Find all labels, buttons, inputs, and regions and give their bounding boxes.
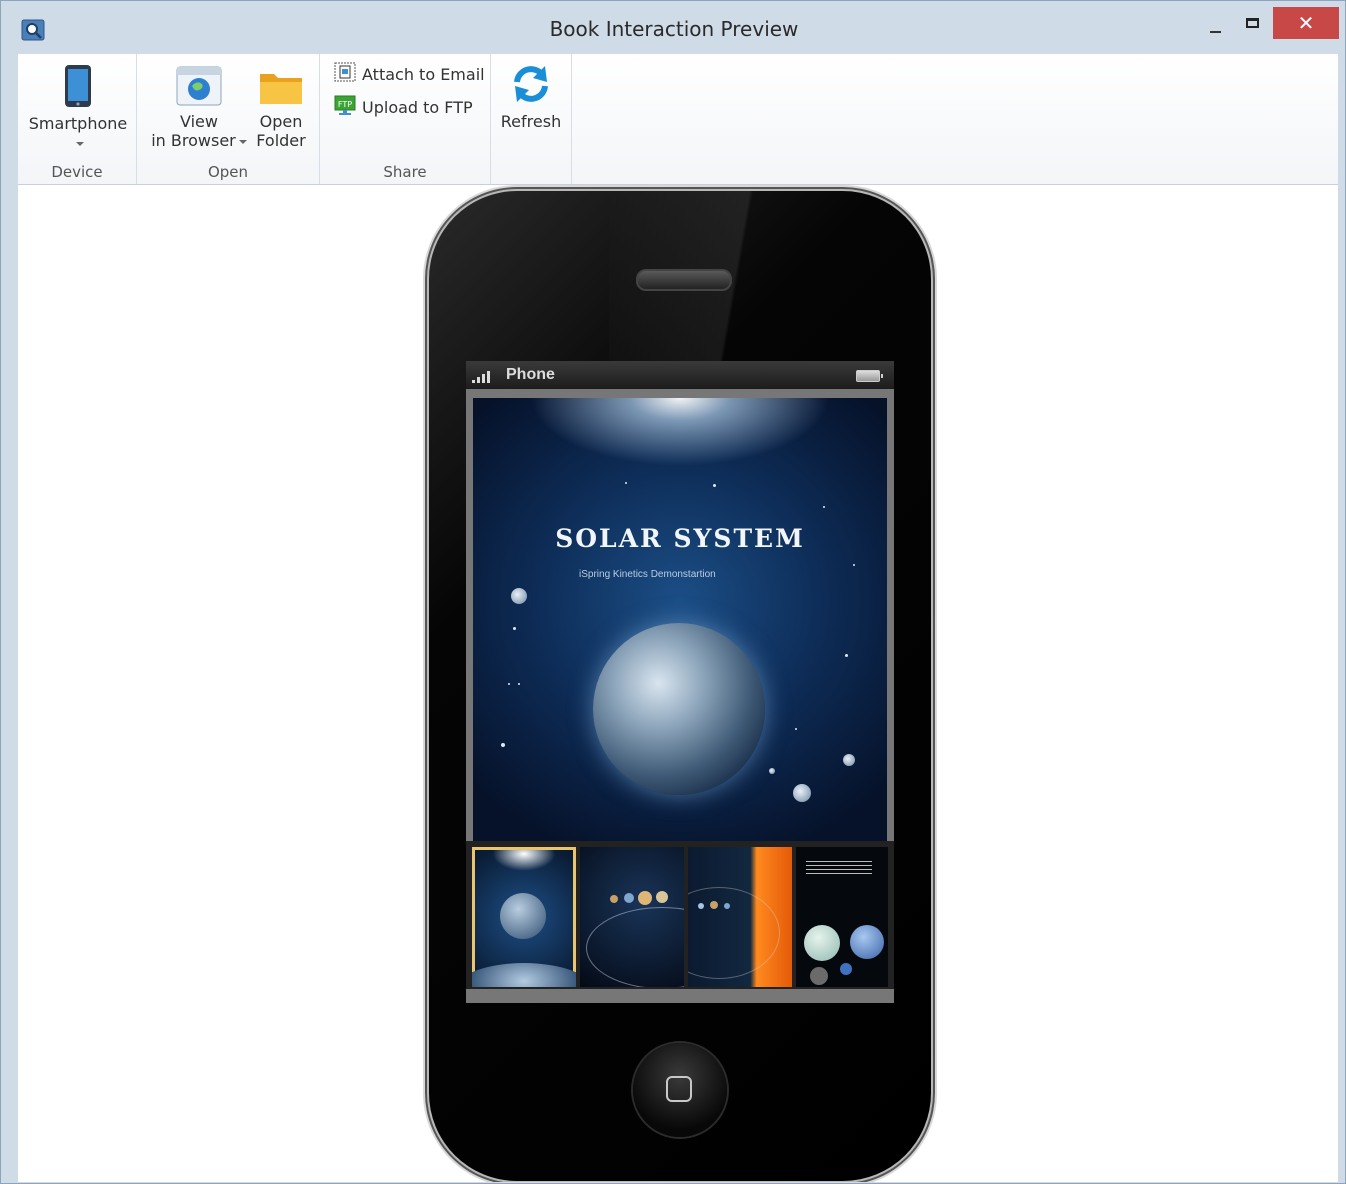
open-label-line1: Open: [259, 112, 303, 131]
open-label-line2: Folder: [256, 131, 306, 150]
refresh-label: Refresh: [500, 112, 562, 131]
smartphone-icon: [64, 64, 92, 108]
email-attachment-icon: [334, 62, 356, 89]
refresh-icon: [509, 62, 553, 106]
page-thumbnail-4[interactable]: [796, 847, 888, 987]
share-group: Attach to Email FTP Upload to FTP Share: [320, 54, 491, 184]
page-thumbnail-3[interactable]: [688, 847, 792, 987]
open-folder-button[interactable]: Open Folder: [255, 60, 307, 150]
speaker-grille: [636, 269, 732, 291]
open-group: View in Browser Open Folder Open: [137, 54, 320, 184]
upload-to-ftp-button[interactable]: FTP Upload to FTP: [334, 95, 473, 119]
page-thumbnail-1[interactable]: [472, 847, 576, 987]
app-window: Book Interaction Preview ✕ Smartphone De…: [0, 0, 1346, 1184]
open-group-label: Open: [207, 163, 249, 181]
close-button[interactable]: ✕: [1273, 7, 1339, 39]
smartphone-button[interactable]: Smartphone: [28, 60, 128, 147]
view-label-line2: in Browser: [151, 131, 236, 150]
cover-title: SOLAR SYSTEM: [555, 524, 805, 553]
window-title: Book Interaction Preview: [549, 17, 799, 41]
book-cover-page[interactable]: SOLAR SYSTEM iSpring Kinetics Demonstart…: [473, 398, 887, 849]
home-button[interactable]: [633, 1043, 727, 1137]
page-thumbnail-2[interactable]: [580, 847, 684, 987]
small-moon: [843, 754, 855, 766]
device-group-label: Device: [51, 163, 103, 181]
close-icon: ✕: [1297, 11, 1315, 35]
carrier-label: Phone: [506, 366, 555, 383]
folder-icon: [258, 66, 304, 106]
attach-email-label: Attach to Email: [362, 65, 485, 84]
small-moon: [769, 768, 775, 774]
minimize-button[interactable]: [1197, 9, 1231, 39]
small-moon: [511, 588, 527, 604]
cover-subtitle: iSpring Kinetics Demonstartion: [579, 569, 716, 580]
phone-status-bar: Phone: [466, 361, 894, 389]
smartphone-frame: Phone SOLAR SYSTEM iSpring Kinetics Demo…: [429, 191, 931, 1181]
device-group: Smartphone Device: [18, 54, 137, 184]
chevron-down-icon: [238, 139, 247, 144]
attach-to-email-button[interactable]: Attach to Email: [334, 62, 485, 86]
smartphone-label: Smartphone: [28, 114, 128, 133]
browser-globe-icon: [176, 66, 222, 106]
ftp-icon: FTP: [334, 95, 356, 122]
svg-text:FTP: FTP: [338, 100, 352, 109]
view-in-browser-button[interactable]: View in Browser: [147, 60, 251, 150]
battery-icon: [856, 370, 883, 382]
chevron-down-icon: [75, 141, 84, 146]
maximize-button[interactable]: [1237, 9, 1271, 39]
ribbon-toolbar: Smartphone Device View in Browser Open F…: [18, 54, 1338, 185]
refresh-button[interactable]: Refresh: [495, 60, 567, 131]
signal-icon: [472, 369, 494, 383]
planet-image: [593, 623, 765, 795]
title-bar[interactable]: Book Interaction Preview ✕: [1, 1, 1346, 53]
phone-screen[interactable]: SOLAR SYSTEM iSpring Kinetics Demonstart…: [466, 389, 894, 1003]
view-label-line1: View: [180, 112, 218, 131]
preview-area: Phone SOLAR SYSTEM iSpring Kinetics Demo…: [18, 185, 1338, 1182]
share-group-label: Share: [383, 163, 427, 181]
refresh-group: Refresh: [491, 54, 572, 184]
small-moon: [793, 784, 811, 802]
upload-ftp-label: Upload to FTP: [362, 98, 473, 117]
thumbnail-strip: [466, 841, 894, 989]
